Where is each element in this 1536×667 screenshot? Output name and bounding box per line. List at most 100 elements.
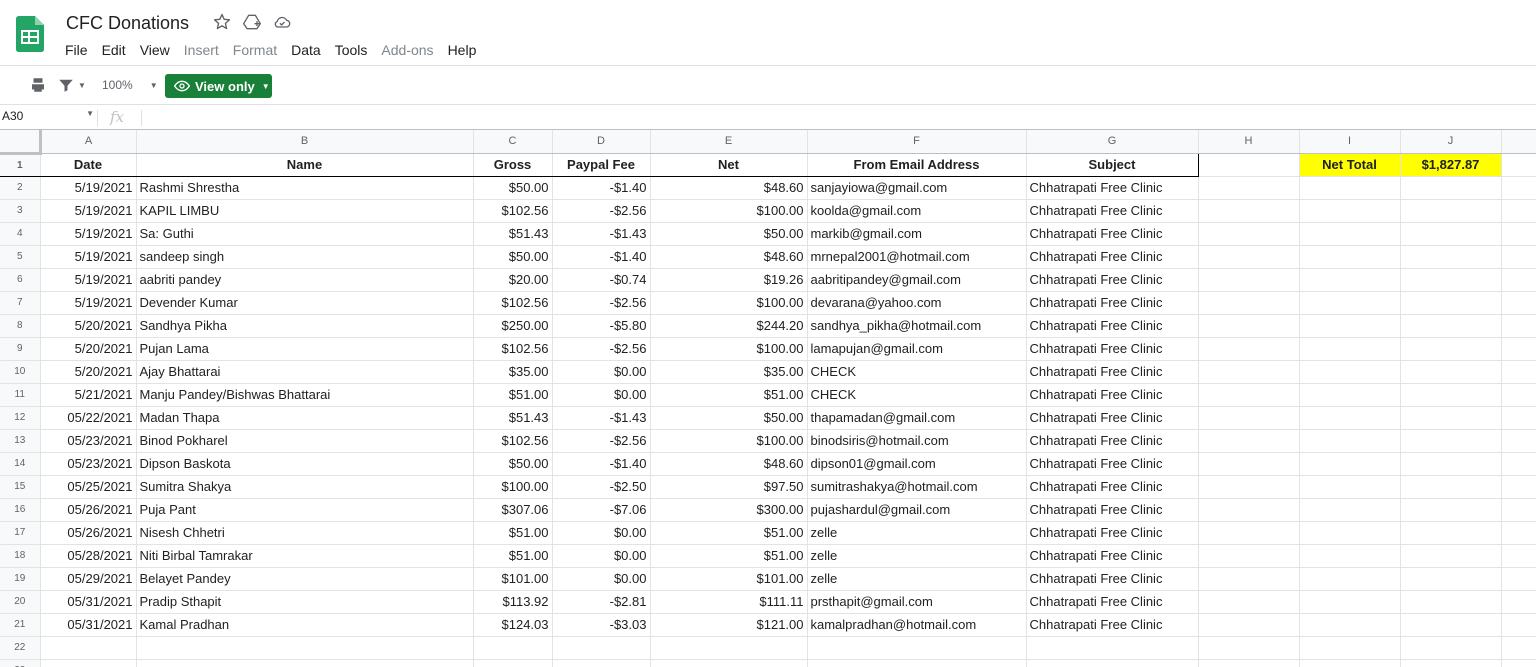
cell[interactable] (1299, 222, 1401, 246)
row-header[interactable]: 21 (0, 613, 41, 637)
cell[interactable] (1299, 337, 1401, 361)
cell[interactable] (1198, 659, 1300, 667)
cell[interactable] (1400, 544, 1502, 568)
sheets-logo-icon[interactable] (16, 16, 44, 52)
cell[interactable] (1501, 245, 1536, 269)
cell[interactable]: dipson01@gmail.com (807, 452, 1027, 476)
cell[interactable] (1198, 406, 1300, 430)
cell[interactable]: Chhatrapati Free Clinic (1026, 199, 1199, 223)
cell[interactable]: $50.00 (473, 245, 553, 269)
cell[interactable] (1400, 245, 1502, 269)
cell[interactable]: From Email Address (807, 153, 1027, 177)
cell[interactable] (1198, 291, 1300, 315)
cell[interactable]: -$2.56 (552, 337, 651, 361)
cell[interactable] (1501, 360, 1536, 384)
cell[interactable] (1501, 567, 1536, 591)
column-header[interactable]: G (1026, 130, 1199, 154)
cell[interactable]: -$2.56 (552, 291, 651, 315)
row-header[interactable]: 7 (0, 291, 41, 315)
row-header[interactable]: 14 (0, 452, 41, 476)
cell[interactable]: $101.00 (650, 567, 808, 591)
cell[interactable] (1299, 406, 1401, 430)
move-to-drive-icon[interactable] (242, 12, 262, 32)
cell[interactable]: Chhatrapati Free Clinic (1026, 268, 1199, 292)
cell[interactable]: sandeep singh (136, 245, 474, 269)
cell[interactable] (1198, 337, 1300, 361)
cell[interactable]: $20.00 (473, 268, 553, 292)
cell[interactable] (1501, 268, 1536, 292)
cell[interactable]: prsthapit@gmail.com (807, 590, 1027, 614)
cell[interactable] (40, 659, 137, 667)
cell[interactable]: -$0.74 (552, 268, 651, 292)
cell[interactable]: binodsiris@hotmail.com (807, 429, 1027, 453)
cell[interactable]: $19.26 (650, 268, 808, 292)
cell[interactable] (1299, 590, 1401, 614)
cell[interactable]: $307.06 (473, 498, 553, 522)
cell[interactable] (1198, 153, 1300, 177)
cell[interactable] (1400, 314, 1502, 338)
cell[interactable] (1501, 337, 1536, 361)
row-header[interactable]: 17 (0, 521, 41, 545)
cell[interactable]: aabritipandey@gmail.com (807, 268, 1027, 292)
cell[interactable] (1198, 360, 1300, 384)
cell[interactable]: Puja Pant (136, 498, 474, 522)
cell[interactable]: Dipson Baskota (136, 452, 474, 476)
cell[interactable]: -$1.43 (552, 406, 651, 430)
cell[interactable]: 5/21/2021 (40, 383, 137, 407)
cell[interactable]: Pujan Lama (136, 337, 474, 361)
cell[interactable] (1198, 613, 1300, 637)
cell[interactable]: 5/19/2021 (40, 176, 137, 200)
cell[interactable]: $250.00 (473, 314, 553, 338)
cell[interactable]: Manju Pandey/Bishwas Bhattarai (136, 383, 474, 407)
column-header[interactable]: J (1400, 130, 1502, 154)
cell[interactable] (1400, 590, 1502, 614)
cell[interactable]: Rashmi Shrestha (136, 176, 474, 200)
cell[interactable]: Sumitra Shakya (136, 475, 474, 499)
cell[interactable]: Niti Birbal Tamrakar (136, 544, 474, 568)
cell[interactable]: -$2.56 (552, 429, 651, 453)
cell[interactable]: Chhatrapati Free Clinic (1026, 429, 1199, 453)
cell[interactable]: $100.00 (473, 475, 553, 499)
cell[interactable] (1501, 544, 1536, 568)
cell[interactable]: Chhatrapati Free Clinic (1026, 291, 1199, 315)
cell[interactable]: 5/19/2021 (40, 245, 137, 269)
cell[interactable]: $244.20 (650, 314, 808, 338)
cell[interactable]: Chhatrapati Free Clinic (1026, 406, 1199, 430)
cell[interactable] (1400, 360, 1502, 384)
cell[interactable] (1198, 452, 1300, 476)
cell[interactable] (1299, 498, 1401, 522)
filter-button[interactable]: ▼ (57, 76, 86, 94)
cell[interactable]: Name (136, 153, 474, 177)
cell[interactable] (1198, 222, 1300, 246)
cell[interactable]: $100.00 (650, 337, 808, 361)
cell[interactable] (1299, 567, 1401, 591)
cell[interactable]: 05/22/2021 (40, 406, 137, 430)
cell[interactable] (1198, 245, 1300, 269)
cell[interactable] (1198, 567, 1300, 591)
cell[interactable] (650, 659, 808, 667)
cell[interactable] (807, 636, 1027, 660)
cell[interactable]: $35.00 (650, 360, 808, 384)
zoom-select[interactable]: 100% ▼ (102, 78, 158, 92)
menu-help[interactable]: Help (441, 40, 484, 60)
cell[interactable] (1198, 314, 1300, 338)
print-button[interactable] (29, 76, 47, 94)
cell[interactable] (473, 636, 553, 660)
cell[interactable]: Devender Kumar (136, 291, 474, 315)
cell[interactable]: -$2.81 (552, 590, 651, 614)
column-header[interactable]: D (552, 130, 651, 154)
cell[interactable] (473, 659, 553, 667)
row-header[interactable]: 19 (0, 567, 41, 591)
cell[interactable] (1400, 452, 1502, 476)
cell[interactable]: Nisesh Chhetri (136, 521, 474, 545)
cell[interactable]: sanjayiowa@gmail.com (807, 176, 1027, 200)
row-header[interactable]: 3 (0, 199, 41, 223)
cell[interactable] (136, 659, 474, 667)
cell[interactable]: Date (40, 153, 137, 177)
cell[interactable] (1198, 636, 1300, 660)
menu-view[interactable]: View (133, 40, 177, 60)
cell[interactable] (1299, 613, 1401, 637)
cell[interactable] (1299, 245, 1401, 269)
cell[interactable]: zelle (807, 544, 1027, 568)
cell[interactable]: thapamadan@gmail.com (807, 406, 1027, 430)
